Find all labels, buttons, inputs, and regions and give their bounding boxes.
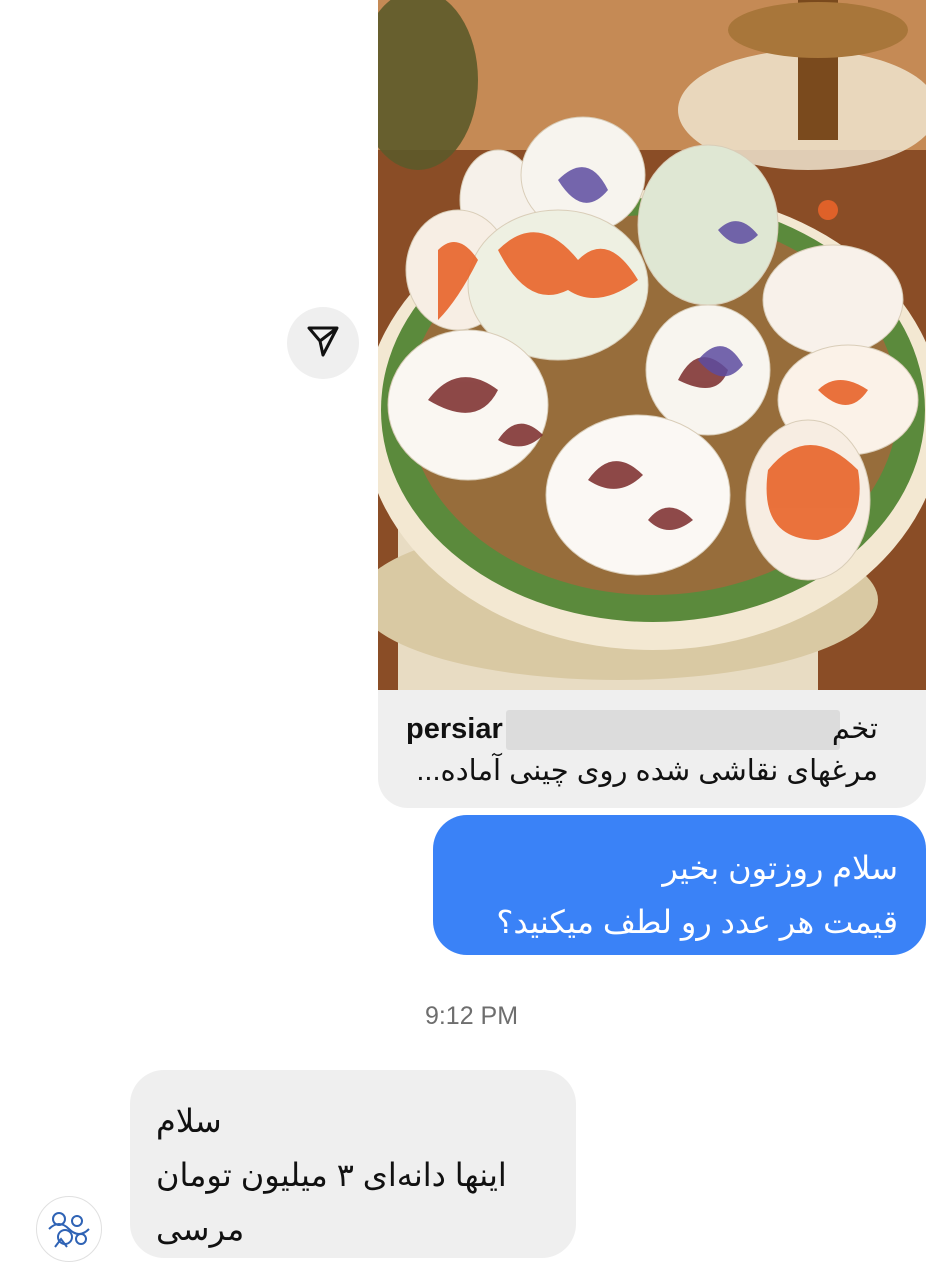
outgoing-message-bubble[interactable]: سلام روزتون بخیر قیمت هر عدد رو لطف میکن… (433, 815, 926, 955)
caption-text-continued: مرغهای نقاشی شده روی چینی آماده... (416, 755, 878, 787)
post-caption: persiar تخم مرغهای نقاشی شده روی چینی آم… (406, 708, 878, 792)
incoming-message-line: اینها دانه‌ای ۳ میلیون تومان (156, 1157, 507, 1193)
send-icon (306, 324, 340, 363)
incoming-message-bubble[interactable]: سلام اینها دانه‌ای ۳ میلیون تومان مرسی (130, 1070, 576, 1258)
avatar-pattern-icon (38, 1198, 100, 1260)
message-timestamp: 9:12 PM (424, 1002, 519, 1030)
redacted-username-block (506, 710, 840, 750)
outgoing-message-line: سلام روزتون بخیر (662, 850, 898, 886)
incoming-message-line: سلام (156, 1103, 222, 1139)
share-post-button[interactable] (287, 307, 359, 379)
post-username[interactable]: persiar (406, 708, 503, 750)
post-image[interactable] (378, 0, 926, 690)
outgoing-message-line: قیمت هر عدد رو لطف میکنید؟ (496, 904, 898, 940)
shared-post-card[interactable]: persiar تخم مرغهای نقاشی شده روی چینی آم… (378, 0, 926, 808)
caption-text-start: تخم (831, 713, 878, 745)
incoming-message-line: مرسی (156, 1211, 245, 1247)
sender-avatar[interactable] (36, 1196, 102, 1262)
